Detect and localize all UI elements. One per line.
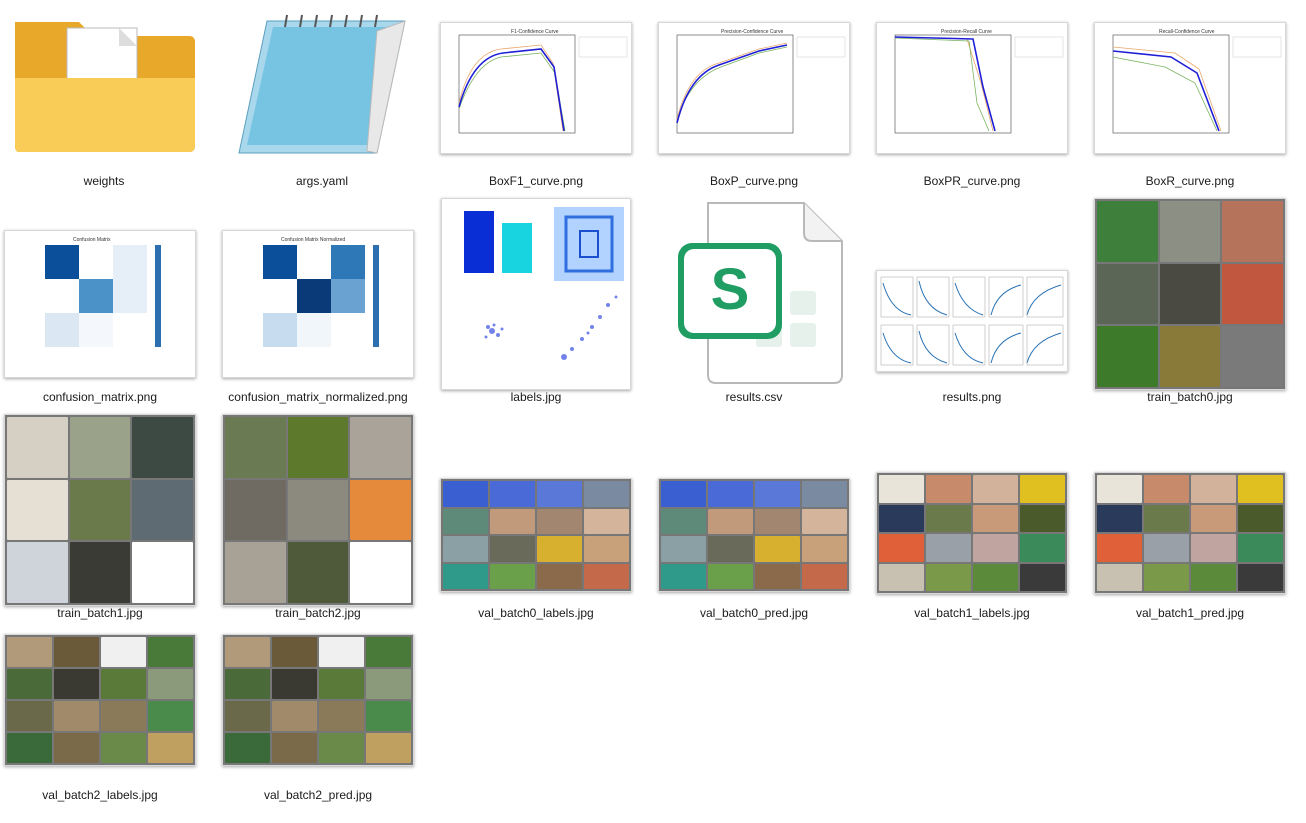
file-label: train_batch1.jpg [57, 606, 143, 620]
file-label: BoxP_curve.png [709, 174, 799, 188]
file-label: val_batch2_pred.jpg [263, 788, 373, 802]
file-label: train_batch0.jpg [1147, 390, 1233, 404]
file-label: results.csv [725, 390, 783, 404]
file-label: confusion_matrix.png [42, 390, 158, 404]
matrix-thumbnail: Confusion Matrix [4, 230, 196, 378]
image-thumbnail [658, 478, 850, 592]
image-thumbnail [876, 472, 1068, 594]
file-label: val_batch1_labels.jpg [914, 606, 1030, 620]
thumb-title: Confusion Matrix Normalized [281, 237, 345, 243]
file-label: train_batch2.jpg [275, 606, 361, 620]
file-weights[interactable]: weights [4, 0, 204, 200]
file-boxf1-curve[interactable]: F1-Confidence Curve BoxF1_curve.png [436, 0, 636, 200]
file-label: results.png [942, 390, 1002, 404]
spreadsheet-icon: S [658, 202, 850, 392]
image-thumbnail [222, 414, 414, 606]
file-results-png[interactable]: results.png [872, 216, 1072, 416]
file-train-batch1[interactable]: train_batch1.jpg [0, 414, 200, 632]
file-label: BoxF1_curve.png [488, 174, 584, 188]
file-val-batch2-pred[interactable]: val_batch2_pred.jpg [218, 622, 418, 822]
file-label: val_batch0_labels.jpg [478, 606, 594, 620]
file-label: confusion_matrix_normalized.png [228, 390, 408, 404]
file-boxr-curve[interactable]: Recall-Confidence Curve BoxR_curve.png [1090, 0, 1290, 200]
file-labels-jpg[interactable]: labels.jpg [436, 198, 636, 416]
file-label: args.yaml [295, 174, 348, 188]
file-results-csv[interactable]: S results.csv [654, 202, 854, 416]
image-thumbnail [1094, 472, 1286, 594]
file-val-batch0-labels[interactable]: val_batch0_labels.jpg [436, 432, 636, 632]
image-thumbnail [222, 634, 414, 766]
file-val-batch1-pred[interactable]: val_batch1_pred.jpg [1090, 432, 1290, 632]
svg-text:S: S [711, 257, 750, 322]
chart-thumbnail: Precision-Confidence Curve [658, 22, 850, 154]
folder-icon [8, 0, 200, 176]
matrix-thumbnail: Confusion Matrix Normalized [222, 230, 414, 378]
file-train-batch2[interactable]: train_batch2.jpg [218, 414, 418, 632]
thumb-title: Confusion Matrix [73, 237, 111, 243]
file-label: BoxPR_curve.png [923, 174, 1021, 188]
image-thumbnail [4, 634, 196, 766]
chart-thumbnail: Recall-Confidence Curve [1094, 22, 1286, 154]
thumb-title: Precision-Confidence Curve [721, 29, 783, 35]
file-label: val_batch2_labels.jpg [42, 788, 158, 802]
chart-thumbnail: F1-Confidence Curve [440, 22, 632, 154]
image-thumbnail [4, 414, 196, 606]
file-args-yaml[interactable]: args.yaml [222, 0, 422, 200]
file-label: val_batch1_pred.jpg [1135, 606, 1245, 620]
file-confusion-matrix-normalized[interactable]: Confusion Matrix Normalized confusion_ma… [218, 216, 418, 416]
image-thumbnail [1094, 198, 1286, 390]
chart-thumbnail: Precision-Recall Curve [876, 22, 1068, 154]
file-val-batch1-labels[interactable]: val_batch1_labels.jpg [872, 432, 1072, 632]
file-train-batch0[interactable]: train_batch0.jpg [1090, 198, 1290, 416]
labels-thumbnail [441, 198, 631, 390]
file-label: weights [83, 174, 125, 188]
thumb-title: Precision-Recall Curve [941, 29, 992, 35]
file-confusion-matrix[interactable]: Confusion Matrix confusion_matrix.png [0, 216, 200, 416]
image-thumbnail [440, 478, 632, 592]
file-label: labels.jpg [510, 390, 562, 404]
file-val-batch0-pred[interactable]: val_batch0_pred.jpg [654, 432, 854, 632]
file-val-batch2-labels[interactable]: val_batch2_labels.jpg [0, 622, 200, 822]
results-thumbnail [876, 270, 1068, 372]
file-label: BoxR_curve.png [1145, 174, 1235, 188]
notepad-icon [226, 0, 418, 176]
thumb-title: Recall-Confidence Curve [1159, 29, 1215, 35]
file-boxpr-curve[interactable]: Precision-Recall Curve BoxPR_curve.png [872, 0, 1072, 200]
file-boxp-curve[interactable]: Precision-Confidence Curve BoxP_curve.pn… [654, 0, 854, 200]
file-label: val_batch0_pred.jpg [699, 606, 809, 620]
thumb-title: F1-Confidence Curve [511, 29, 559, 35]
